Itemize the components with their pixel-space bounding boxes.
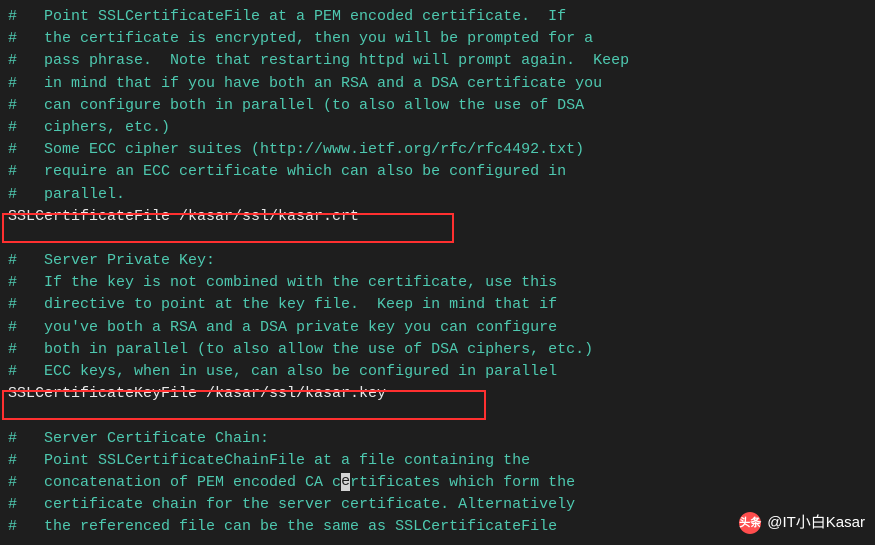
code-line: # Point SSLCertificateFile at a PEM enco… [8,6,875,28]
code-editor[interactable]: # Point SSLCertificateFile at a PEM enco… [0,0,875,545]
code-line: # the referenced file can be the same as… [8,516,875,538]
code-line: SSLCertificateKeyFile /kasar/ssl/kasar.k… [8,383,875,405]
code-line: # certificate chain for the server certi… [8,494,875,516]
code-line: # directive to point at the key file. Ke… [8,294,875,316]
code-line: # concatenation of PEM encoded CA certif… [8,472,875,494]
code-line: # both in parallel (to also allow the us… [8,339,875,361]
code-line: # in mind that if you have both an RSA a… [8,73,875,95]
code-line: # require an ECC certificate which can a… [8,161,875,183]
code-line: # Some ECC cipher suites (http://www.iet… [8,139,875,161]
code-line: # the certificate is encrypted, then you… [8,28,875,50]
code-line: # Server Private Key: [8,250,875,272]
code-line: # parallel. [8,184,875,206]
code-line: # Point SSLCertificateChainFile at a fil… [8,450,875,472]
code-line: # Server Certificate Chain: [8,428,875,450]
code-line: # If the key is not combined with the ce… [8,272,875,294]
code-line [8,405,875,427]
code-line: # ECC keys, when in use, can also be con… [8,361,875,383]
code-line [8,228,875,250]
code-line: # can configure both in parallel (to als… [8,95,875,117]
code-line: SSLCertificateFile /kasar/ssl/kasar.crt [8,206,875,228]
code-line: # you've both a RSA and a DSA private ke… [8,317,875,339]
code-line: # ciphers, etc.) [8,117,875,139]
text-cursor: e [341,473,350,491]
code-line: # pass phrase. Note that restarting http… [8,50,875,72]
